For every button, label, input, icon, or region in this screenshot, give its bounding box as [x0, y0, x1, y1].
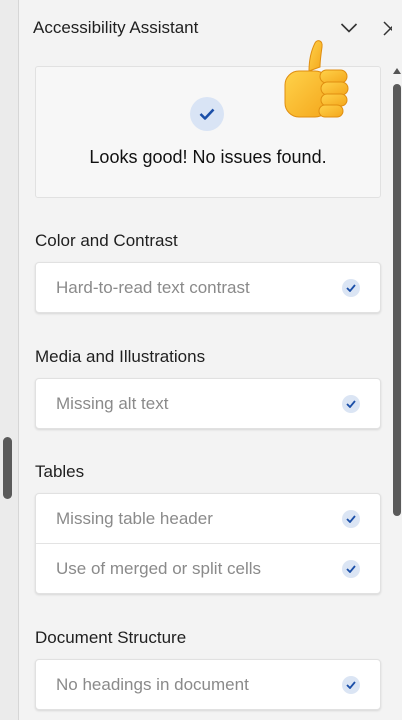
check-item-label: Use of merged or split cells [56, 558, 262, 578]
check-item-table-header[interactable]: Missing table header [36, 494, 380, 543]
check-item-label: Missing table header [56, 508, 213, 528]
check-item-label: No headings in document [56, 674, 249, 694]
check-item-text-contrast[interactable]: Hard-to-read text contrast [36, 263, 380, 312]
document-scrollbar-thumb[interactable] [3, 437, 12, 499]
pane-title: Accessibility Assistant [33, 18, 199, 37]
card-document-structure: No headings in document [35, 659, 381, 710]
card-media-illustrations: Missing alt text [35, 378, 381, 429]
status-card: Looks good! No issues found. [35, 40, 381, 198]
check-item-alt-text[interactable]: Missing alt text [36, 379, 380, 428]
checkmark-icon [342, 676, 360, 694]
thumbs-up-emoji-icon [284, 40, 349, 118]
checkmark-icon [190, 97, 224, 131]
check-item-headings[interactable]: No headings in document [36, 660, 380, 709]
scroll-up-arrow-icon[interactable] [393, 68, 401, 74]
pane-scrollbar-thumb[interactable] [393, 84, 401, 516]
pane-scrollbar[interactable] [392, 0, 402, 720]
checkmark-icon [342, 510, 360, 528]
section-title-document-structure: Document Structure [35, 628, 187, 647]
check-item-label: Hard-to-read text contrast [56, 277, 250, 297]
checkmark-icon [342, 279, 360, 297]
section-title-tables: Tables [35, 462, 85, 481]
card-color-contrast: Hard-to-read text contrast [35, 262, 381, 313]
checkmark-icon [342, 395, 360, 413]
checkmark-icon [342, 560, 360, 578]
check-item-label: Missing alt text [56, 393, 169, 413]
check-item-merged-cells[interactable]: Use of merged or split cells [36, 543, 380, 593]
chevron-down-icon [340, 23, 358, 33]
section-title-color-contrast: Color and Contrast [35, 231, 178, 250]
document-area-edge [0, 0, 19, 720]
card-tables: Missing table header Use of merged or sp… [35, 493, 381, 594]
section-title-media-illustrations: Media and Illustrations [35, 347, 206, 366]
accessibility-pane: Accessibility Assistant Looks good! No i… [19, 0, 398, 720]
status-message: Looks good! No issues found. [89, 147, 327, 167]
